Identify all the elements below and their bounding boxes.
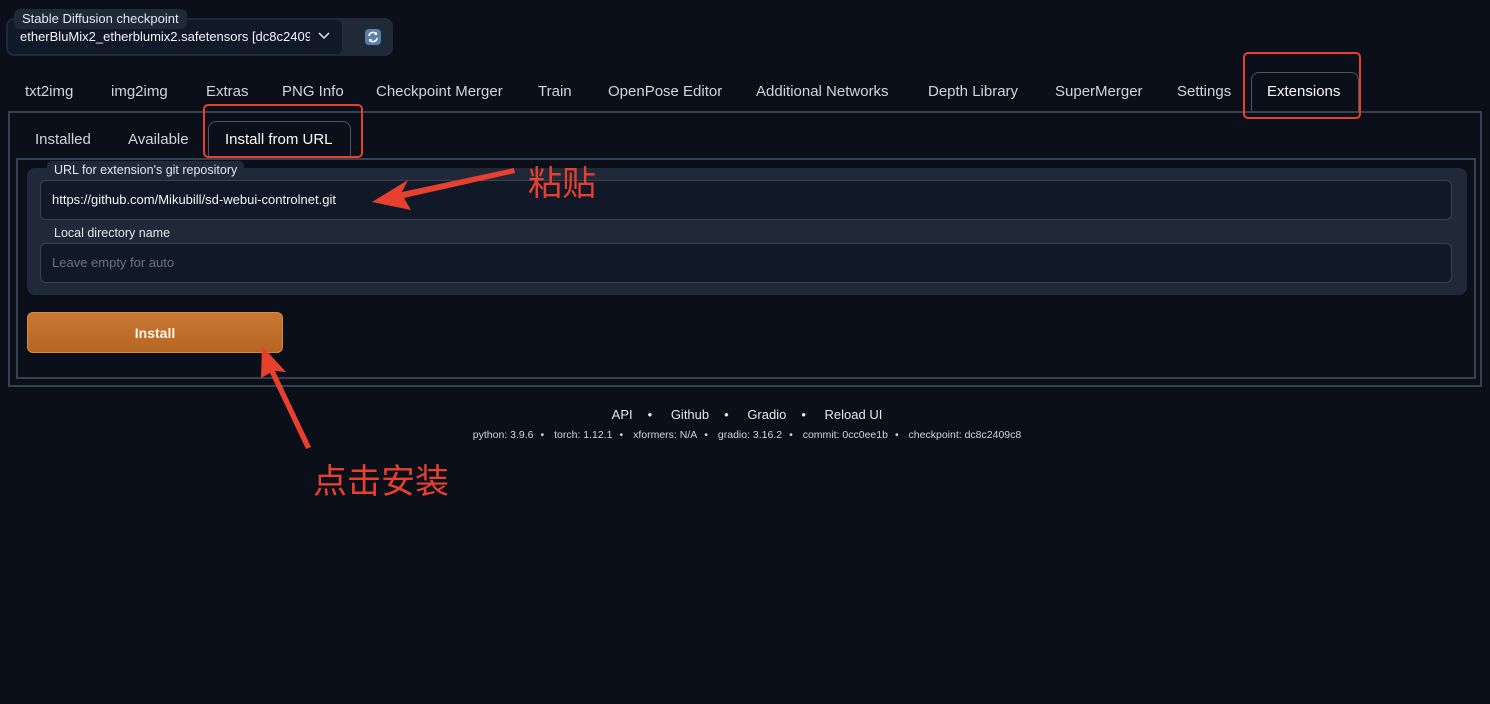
arrow-to-url-icon [372, 168, 515, 210]
annotation-click-install: 点击安装 [313, 462, 449, 502]
annotation-paste: 粘贴 [528, 164, 596, 204]
arrow-to-install-icon [261, 346, 311, 449]
annotation-arrows [261, 168, 515, 449]
